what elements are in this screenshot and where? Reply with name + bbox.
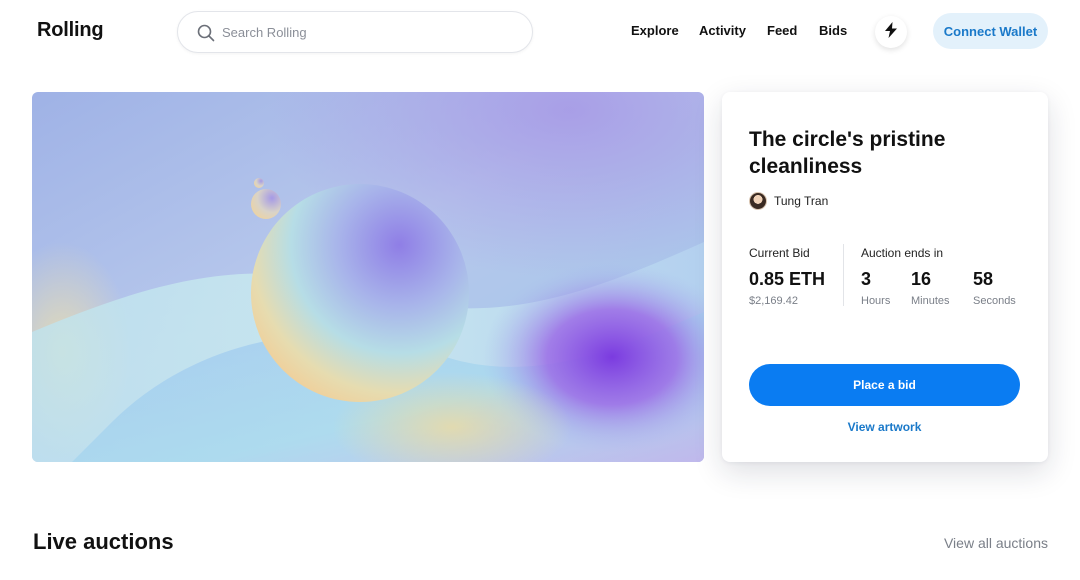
activity-bolt-button[interactable] — [875, 16, 907, 48]
live-auctions-heading: Live auctions — [33, 529, 174, 554]
countdown-minutes-label: Minutes — [911, 295, 950, 307]
view-artwork-link[interactable]: View artwork — [749, 420, 1020, 434]
creator-info[interactable]: Tung Tran — [749, 192, 828, 210]
countdown-seconds: 58 — [973, 269, 994, 289]
search-icon — [196, 23, 216, 43]
nav-feed[interactable]: Feed — [767, 23, 797, 38]
search-bar[interactable] — [177, 11, 533, 53]
nav-bids[interactable]: Bids — [819, 23, 847, 38]
current-bid-usd: $2,169.42 — [749, 295, 798, 307]
nav-activity[interactable]: Activity — [699, 23, 746, 38]
auction-ends-label: Auction ends in — [861, 246, 944, 260]
countdown-hours: 3 — [861, 269, 872, 289]
search-input[interactable] — [222, 12, 512, 52]
current-bid-value: 0.85 ETH — [749, 269, 826, 289]
auction-card: The circle's pristine cleanliness Tung T… — [722, 92, 1048, 462]
creator-name[interactable]: Tung Tran — [774, 194, 828, 208]
countdown-hours-label: Hours — [861, 295, 891, 307]
bid-divider — [843, 244, 844, 306]
featured-artwork-image[interactable] — [32, 92, 704, 462]
connect-wallet-button[interactable]: Connect Wallet — [933, 13, 1048, 49]
place-bid-button[interactable]: Place a bid — [749, 364, 1020, 406]
artwork-title: The circle's pristine cleanliness — [749, 128, 946, 178]
creator-avatar[interactable] — [749, 192, 767, 210]
view-all-auctions-link[interactable]: View all auctions — [928, 535, 1048, 551]
lightning-bolt-icon — [884, 21, 898, 43]
current-bid-label: Current Bid — [749, 246, 810, 260]
countdown-minutes: 16 — [911, 269, 932, 289]
countdown-seconds-label: Seconds — [973, 295, 1016, 307]
site-logo[interactable]: Rolling — [37, 19, 104, 42]
nav-explore[interactable]: Explore — [631, 23, 679, 38]
